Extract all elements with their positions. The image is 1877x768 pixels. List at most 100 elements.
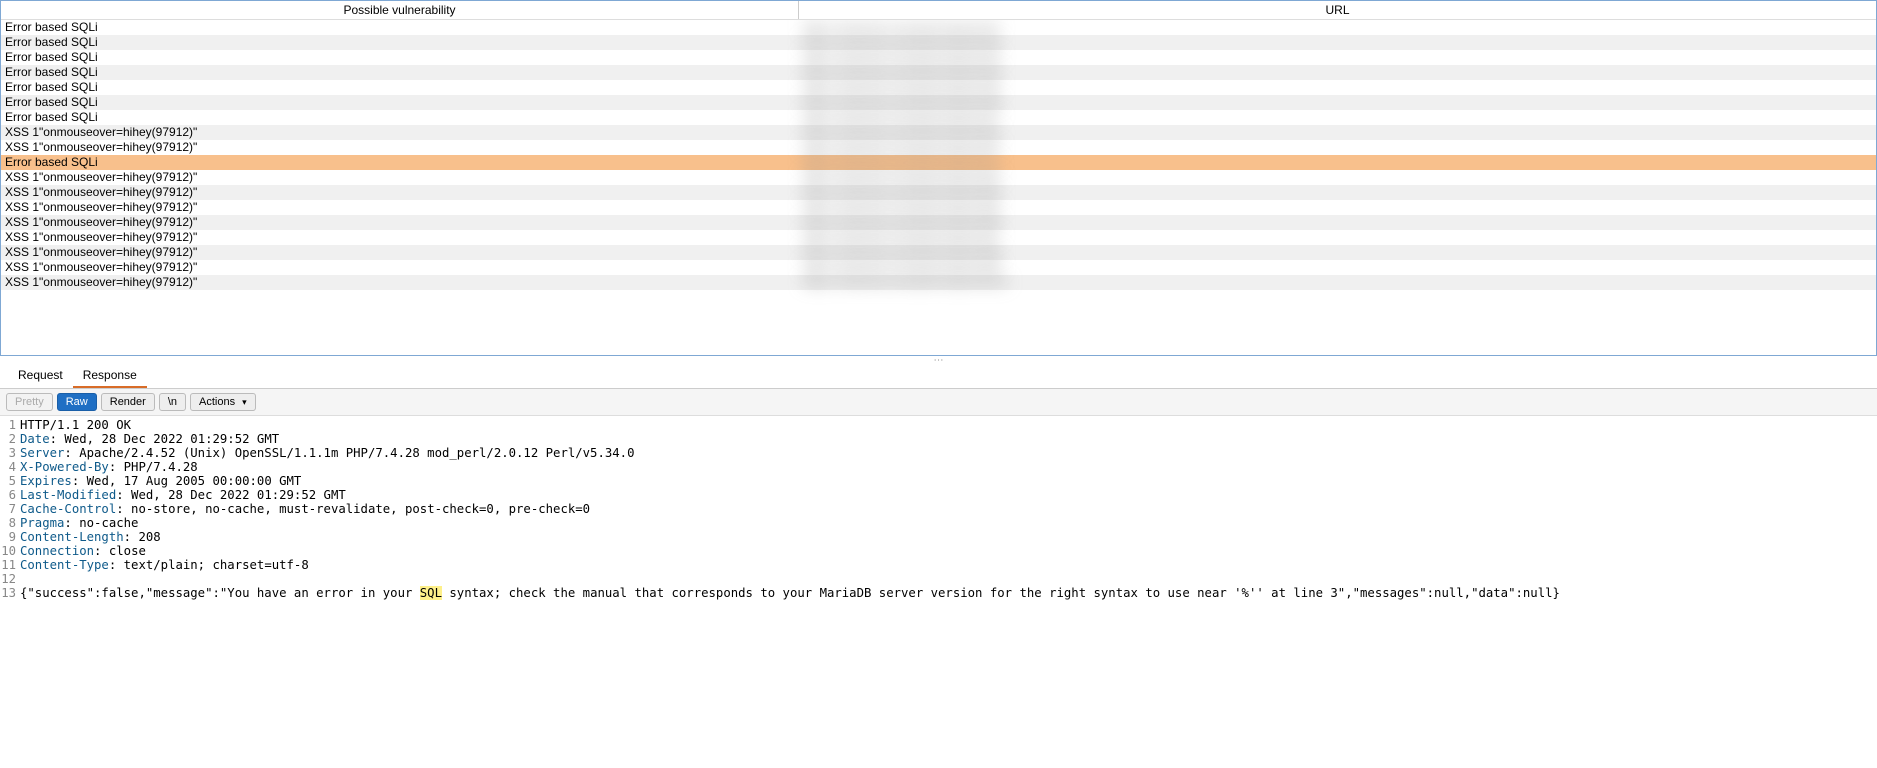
cell-url: https://redacted.example/endpoint/b8 xyxy=(799,245,1876,260)
cell-vulnerability: XSS 1"onmouseover=hihey(97912)" xyxy=(1,260,799,275)
table-row[interactable]: XSS 1"onmouseover=hihey(97912)"https://r… xyxy=(1,215,1876,230)
header-value: : no-store, no-cache, must-revalidate, p… xyxy=(116,502,590,516)
line-content: {"success":false,"message":"You have an … xyxy=(20,586,1560,600)
header-name: X-Powered-By xyxy=(20,460,109,474)
cell-vulnerability: Error based SQLi xyxy=(1,155,799,170)
editor-line: 2Date: Wed, 28 Dec 2022 01:29:52 GMT xyxy=(0,432,1877,446)
line-number: 3 xyxy=(0,446,20,460)
cell-vulnerability: Error based SQLi xyxy=(1,80,799,95)
table-row[interactable]: Error based SQLihttps://redacted.example… xyxy=(1,80,1876,95)
line-number: 1 xyxy=(0,418,20,432)
header-value: : Wed, 28 Dec 2022 01:29:52 GMT xyxy=(50,432,280,446)
editor-line: 3Server: Apache/2.4.52 (Unix) OpenSSL/1.… xyxy=(0,446,1877,460)
header-name: Expires xyxy=(20,474,72,488)
cell-vulnerability: Error based SQLi xyxy=(1,95,799,110)
cell-url: https://redacted.example/endpoint/c1 xyxy=(799,155,1876,170)
table-row[interactable]: XSS 1"onmouseover=hihey(97912)"https://r… xyxy=(1,245,1876,260)
line-content: HTTP/1.1 200 OK xyxy=(20,418,131,432)
cell-vulnerability: Error based SQLi xyxy=(1,65,799,80)
cell-url: https://redacted.example/endpoint/a1 xyxy=(799,20,1876,35)
editor-line: 7Cache-Control: no-store, no-cache, must… xyxy=(0,502,1877,516)
cell-url: https://redacted.example/endpoint/a7 xyxy=(799,110,1876,125)
editor-line: 13{"success":false,"message":"You have a… xyxy=(0,586,1877,600)
table-row[interactable]: XSS 1"onmouseover=hihey(97912)"https://r… xyxy=(1,230,1876,245)
view-raw-button[interactable]: Raw xyxy=(57,393,97,411)
table-row[interactable]: Error based SQLihttps://redacted.example… xyxy=(1,110,1876,125)
view-render-button[interactable]: Render xyxy=(101,393,155,411)
cell-url: https://redacted.example/endpoint/b1 xyxy=(799,125,1876,140)
table-row[interactable]: XSS 1"onmouseover=hihey(97912)"https://r… xyxy=(1,140,1876,155)
header-name: Connection xyxy=(20,544,94,558)
view-pretty-button[interactable]: Pretty xyxy=(6,393,53,411)
line-content: Expires: Wed, 17 Aug 2005 00:00:00 GMT xyxy=(20,474,301,488)
line-number: 6 xyxy=(0,488,20,502)
line-content: Connection: close xyxy=(20,544,146,558)
actions-label: Actions xyxy=(199,396,235,408)
cell-url: https://redacted.example/endpoint/a6 xyxy=(799,95,1876,110)
line-content: Date: Wed, 28 Dec 2022 01:29:52 GMT xyxy=(20,432,279,446)
table-row[interactable]: Error based SQLihttps://redacted.example… xyxy=(1,35,1876,50)
table-row[interactable]: Error based SQLihttps://redacted.example… xyxy=(1,155,1876,170)
chevron-down-icon: ▾ xyxy=(242,397,247,407)
cell-vulnerability: XSS 1"onmouseover=hihey(97912)" xyxy=(1,185,799,200)
cell-vulnerability: XSS 1"onmouseover=hihey(97912)" xyxy=(1,230,799,245)
cell-vulnerability: XSS 1"onmouseover=hihey(97912)" xyxy=(1,140,799,155)
request-response-tabs: Request Response xyxy=(0,364,1877,389)
editor-line: 5Expires: Wed, 17 Aug 2005 00:00:00 GMT xyxy=(0,474,1877,488)
tab-response[interactable]: Response xyxy=(73,364,147,388)
cell-vulnerability: XSS 1"onmouseover=hihey(97912)" xyxy=(1,200,799,215)
cell-url: https://redacted.example/endpoint/a2 xyxy=(799,35,1876,50)
cell-vulnerability: XSS 1"onmouseover=hihey(97912)" xyxy=(1,245,799,260)
header-value: : close xyxy=(94,544,146,558)
cell-url: https://redacted.example/endpoint/a3 xyxy=(799,50,1876,65)
header-value: : 208 xyxy=(124,530,161,544)
table-body[interactable]: Error based SQLihttps://redacted.example… xyxy=(1,20,1876,354)
editor-line: 12 xyxy=(0,572,1877,586)
actions-dropdown-button[interactable]: Actions ▾ xyxy=(190,393,256,411)
table-row[interactable]: XSS 1"onmouseover=hihey(97912)"https://r… xyxy=(1,170,1876,185)
vulnerability-table-panel: Possible vulnerability URL Error based S… xyxy=(0,0,1877,356)
cell-url: https://redacted.example/endpoint/b10 xyxy=(799,275,1876,290)
header-value: : no-cache xyxy=(64,516,138,530)
line-content: Last-Modified: Wed, 28 Dec 2022 01:29:52… xyxy=(20,488,346,502)
line-content: X-Powered-By: PHP/7.4.28 xyxy=(20,460,198,474)
line-number: 11 xyxy=(0,558,20,572)
table-row[interactable]: Error based SQLihttps://redacted.example… xyxy=(1,65,1876,80)
cell-url: https://redacted.example/endpoint/b7 xyxy=(799,230,1876,245)
line-content: Pragma: no-cache xyxy=(20,516,138,530)
header-name: Server xyxy=(20,446,64,460)
table-row[interactable]: XSS 1"onmouseover=hihey(97912)"https://r… xyxy=(1,260,1876,275)
table-row[interactable]: Error based SQLihttps://redacted.example… xyxy=(1,20,1876,35)
column-header-vulnerability[interactable]: Possible vulnerability xyxy=(1,1,799,19)
line-number: 9 xyxy=(0,530,20,544)
line-number: 10 xyxy=(0,544,20,558)
cell-url: https://redacted.example/endpoint/b3 xyxy=(799,170,1876,185)
cell-vulnerability: Error based SQLi xyxy=(1,20,799,35)
table-row[interactable]: XSS 1"onmouseover=hihey(97912)"https://r… xyxy=(1,185,1876,200)
header-value: : PHP/7.4.28 xyxy=(109,460,198,474)
column-header-url[interactable]: URL xyxy=(799,1,1876,19)
response-editor[interactable]: 1HTTP/1.1 200 OK2Date: Wed, 28 Dec 2022 … xyxy=(0,416,1877,602)
header-name: Cache-Control xyxy=(20,502,116,516)
line-number: 5 xyxy=(0,474,20,488)
header-value: : Wed, 17 Aug 2005 00:00:00 GMT xyxy=(72,474,302,488)
response-toolbar: Pretty Raw Render \n Actions ▾ xyxy=(0,389,1877,416)
header-value: : text/plain; charset=utf-8 xyxy=(109,558,309,572)
line-number: 8 xyxy=(0,516,20,530)
cell-url: https://redacted.example/endpoint/b6 xyxy=(799,215,1876,230)
line-number: 2 xyxy=(0,432,20,446)
highlight-token: SQL xyxy=(420,586,442,600)
table-row[interactable]: XSS 1"onmouseover=hihey(97912)"https://r… xyxy=(1,275,1876,290)
tab-request[interactable]: Request xyxy=(8,364,73,388)
cell-url: https://redacted.example/endpoint/a4 xyxy=(799,65,1876,80)
cell-vulnerability: Error based SQLi xyxy=(1,110,799,125)
line-number: 7 xyxy=(0,502,20,516)
table-row[interactable]: Error based SQLihttps://redacted.example… xyxy=(1,95,1876,110)
panel-divider[interactable]: ⋯ xyxy=(0,356,1877,364)
cell-url: https://redacted.example/endpoint/b4 xyxy=(799,185,1876,200)
table-row[interactable]: Error based SQLihttps://redacted.example… xyxy=(1,50,1876,65)
editor-line: 4X-Powered-By: PHP/7.4.28 xyxy=(0,460,1877,474)
table-row[interactable]: XSS 1"onmouseover=hihey(97912)"https://r… xyxy=(1,200,1876,215)
table-row[interactable]: XSS 1"onmouseover=hihey(97912)"https://r… xyxy=(1,125,1876,140)
newline-toggle-button[interactable]: \n xyxy=(159,393,186,411)
